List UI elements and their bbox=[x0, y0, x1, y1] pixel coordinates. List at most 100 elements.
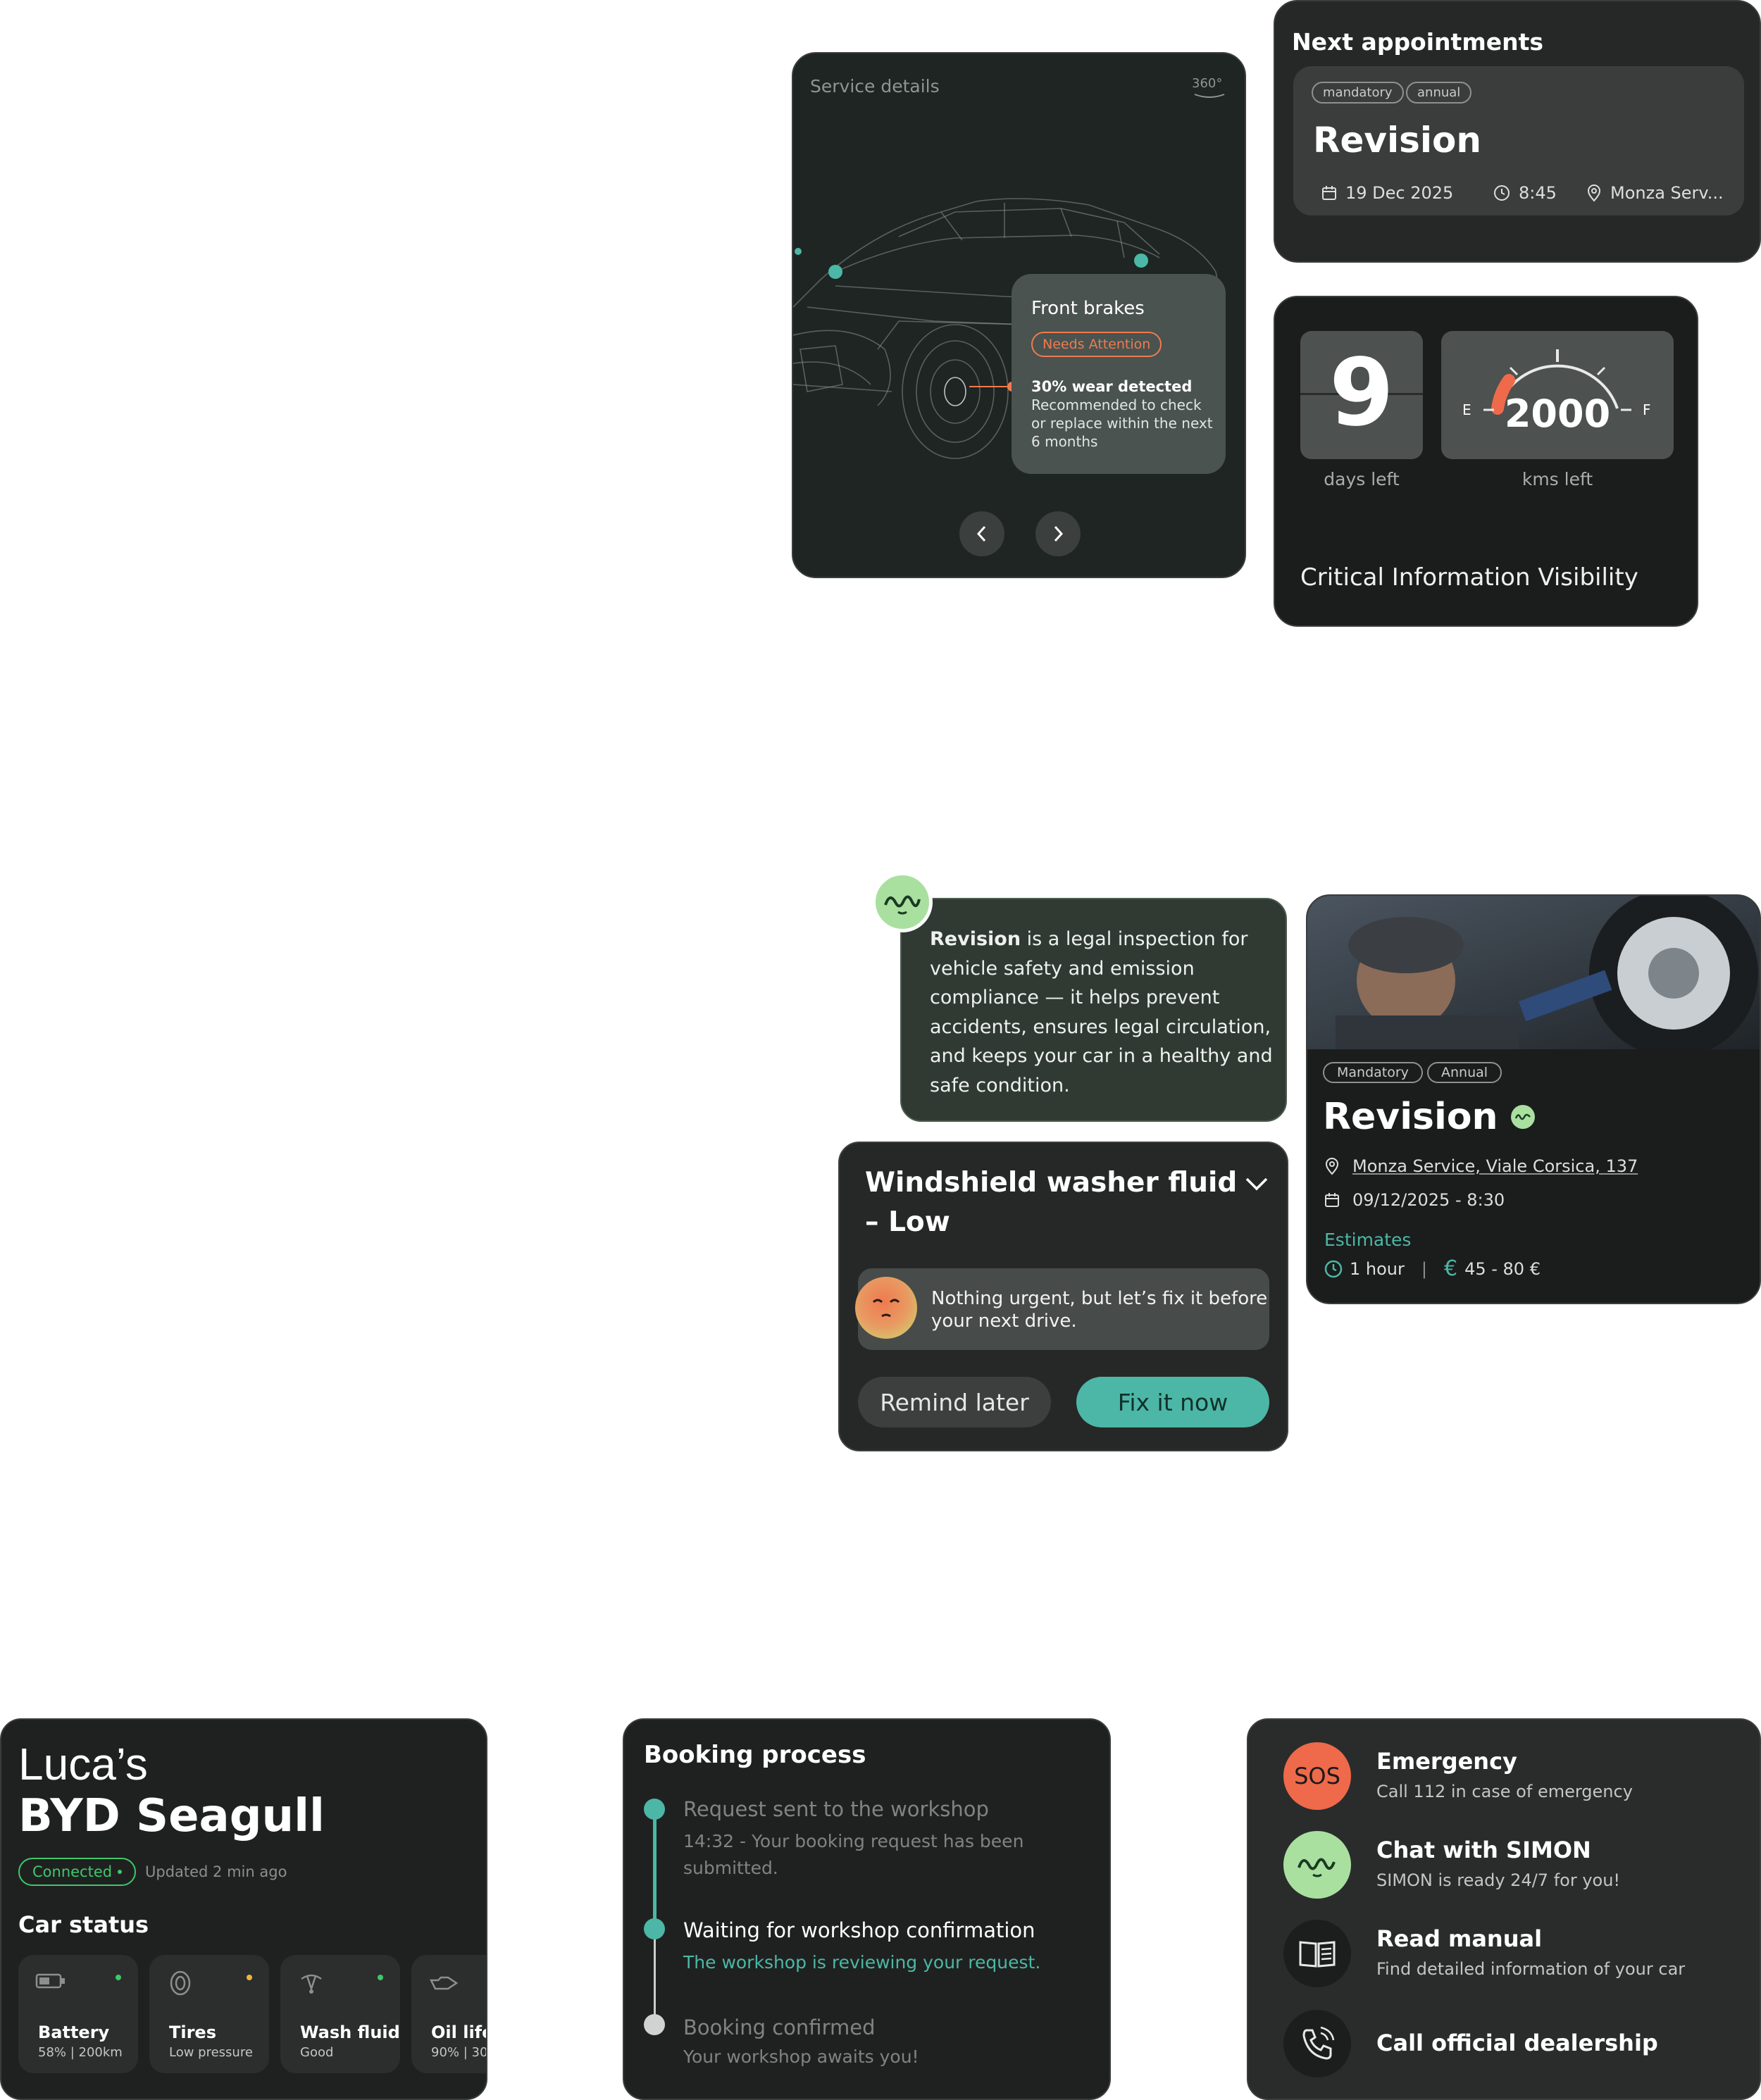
step-2-title: Waiting for workshop confirmation bbox=[683, 1918, 1035, 1942]
step-marker-active bbox=[644, 1918, 665, 1939]
critical-info-card: 9 days left E F 2000 kms left Critical I… bbox=[1274, 296, 1698, 627]
time-text: 8:45 bbox=[1519, 183, 1557, 203]
car-overview-card: Luca’s BYD Seagull Connected Updated 2 m… bbox=[0, 1718, 487, 2100]
hotspot-roof[interactable] bbox=[1134, 254, 1148, 268]
status-label: Oil life bbox=[431, 2023, 487, 2042]
appointment-place: Monza Serv... bbox=[1586, 183, 1724, 203]
alert-note: Nothing urgent, but let’s fix it before … bbox=[855, 1268, 1269, 1350]
status-dot bbox=[378, 1975, 383, 1980]
tag-mandatory: Mandatory bbox=[1323, 1062, 1423, 1083]
read-manual-title: Read manual bbox=[1376, 1925, 1543, 1952]
fix-it-now-button[interactable]: Fix it now bbox=[1076, 1377, 1269, 1427]
collapse-toggle[interactable] bbox=[1244, 1175, 1269, 1195]
car-status-heading: Car status bbox=[18, 1911, 149, 1938]
hotspot-hood[interactable] bbox=[828, 265, 842, 279]
step-3-title: Booking confirmed bbox=[683, 2015, 876, 2039]
tag-annual: annual bbox=[1406, 82, 1472, 104]
euro-icon: € bbox=[1443, 1256, 1458, 1281]
status-label: Wash fluid bbox=[300, 2023, 400, 2042]
chat-line-4: accidents, ensures legal circulation, bbox=[930, 1015, 1271, 1038]
status-tile-battery[interactable]: Battery 58% | 200km bbox=[18, 1955, 138, 2073]
part-name: Front brakes bbox=[1031, 298, 1145, 319]
chat-text: Revision is a legal inspection for vehic… bbox=[930, 925, 1273, 1100]
status-detail: 90% | 30 bbox=[431, 2045, 487, 2060]
previous-button[interactable] bbox=[959, 511, 1004, 556]
clock-icon bbox=[1494, 185, 1510, 201]
address-link[interactable]: Monza Service, Viale Corsica, 137 bbox=[1352, 1156, 1638, 1176]
chat-line-2: vehicle safety and emission bbox=[930, 957, 1195, 980]
timeline-line-pending bbox=[654, 1928, 656, 2020]
status-detail: Good bbox=[300, 2045, 334, 2060]
days-left-value: 9 bbox=[1329, 339, 1394, 447]
fuel-gauge-tile: E F 2000 bbox=[1441, 331, 1674, 459]
estimates-label: Estimates bbox=[1324, 1230, 1412, 1250]
revision-detail-card[interactable]: Mandatory Annual Revision Monza Service,… bbox=[1306, 894, 1761, 1304]
date-text: 19 Dec 2025 bbox=[1345, 183, 1454, 203]
status-dot bbox=[247, 1975, 252, 1980]
simon-chat-bubble: Revision is a legal inspection for vehic… bbox=[900, 898, 1287, 1122]
info-caption: Critical Information Visibility bbox=[1300, 563, 1638, 592]
step-1-detail-1: 14:32 - Your booking request has been bbox=[683, 1831, 1024, 1851]
duration-text: 1 hour bbox=[1350, 1258, 1405, 1279]
revision-datetime: 09/12/2025 - 8:30 bbox=[1324, 1190, 1505, 1210]
chat-simon-action[interactable]: Chat with SIMON SIMON is ready 24/7 for … bbox=[1248, 1827, 1741, 1904]
chevron-right-icon bbox=[1054, 525, 1064, 542]
connection-dot bbox=[118, 1870, 123, 1874]
status-tile-tires[interactable]: Tires Low pressure bbox=[149, 1955, 269, 2073]
appointment-item[interactable]: mandatory annual Revision 19 Dec 2025 8:… bbox=[1293, 66, 1744, 215]
connector-line bbox=[969, 386, 1012, 387]
chat-line-1: Revision is a legal inspection for bbox=[930, 928, 1248, 950]
note-line-1: Nothing urgent, but let’s fix it before bbox=[931, 1288, 1268, 1309]
datetime-text: 09/12/2025 - 8:30 bbox=[1352, 1190, 1505, 1210]
simon-badge[interactable] bbox=[1510, 1105, 1535, 1129]
wear-text: 30% wear detected bbox=[1031, 378, 1193, 395]
remind-later-button[interactable]: Remind later bbox=[858, 1377, 1051, 1427]
simon-logo-icon bbox=[1514, 1113, 1531, 1120]
calendar-icon bbox=[1322, 186, 1336, 200]
mechanic-photo bbox=[1307, 896, 1760, 1049]
next-button[interactable] bbox=[1035, 511, 1081, 556]
recommendation-line-3: 6 months bbox=[1031, 433, 1098, 450]
status-badge: Needs Attention bbox=[1031, 332, 1162, 357]
kms-left-label: kms left bbox=[1522, 469, 1593, 489]
cost-text: 45 - 80 € bbox=[1464, 1258, 1541, 1279]
sos-icon: SOS bbox=[1283, 1742, 1351, 1810]
call-dealership-action[interactable]: Call official dealership bbox=[1248, 2004, 1741, 2082]
connection-label: Connected bbox=[32, 1863, 113, 1880]
chevron-left-icon bbox=[976, 525, 986, 542]
chat-line-3: compliance — it helps prevent bbox=[930, 987, 1220, 1008]
appointment-time: 8:45 bbox=[1493, 183, 1557, 203]
read-manual-action[interactable]: Read manual Find detailed information of… bbox=[1248, 1915, 1741, 1993]
chevron-down-icon bbox=[1245, 1177, 1268, 1191]
emergency-action[interactable]: SOS Emergency Call 112 in case of emerge… bbox=[1248, 1738, 1741, 1815]
days-left-tile: 9 bbox=[1300, 331, 1423, 459]
emergency-subtitle: Call 112 in case of emergency bbox=[1376, 1782, 1633, 1801]
battery-icon bbox=[35, 1973, 65, 1989]
place-text: Monza Serv... bbox=[1610, 183, 1724, 203]
book-icon bbox=[1283, 1920, 1351, 1987]
alert-title-line-1: Windshield washer fluid bbox=[865, 1167, 1238, 1199]
phone-icon bbox=[1283, 2010, 1351, 2077]
chat-bold-term: Revision bbox=[930, 928, 1021, 950]
hotspot-left-edge[interactable] bbox=[795, 248, 802, 255]
step-1-detail-2: submitted. bbox=[683, 1858, 778, 1878]
appointments-heading: Next appointments bbox=[1292, 28, 1543, 56]
simon-logo-icon bbox=[884, 895, 921, 915]
step-3-detail-1: Your workshop awaits you! bbox=[683, 2046, 919, 2067]
tag-mandatory: mandatory bbox=[1312, 82, 1404, 104]
appointment-date: 19 Dec 2025 bbox=[1321, 183, 1453, 203]
status-tile-wash-fluid[interactable]: Wash fluid Good bbox=[280, 1955, 400, 2073]
status-tile-oil-life[interactable]: Oil life 90% | 30 bbox=[411, 1955, 487, 2073]
revision-address[interactable]: Monza Service, Viale Corsica, 137 bbox=[1324, 1156, 1638, 1176]
front-brakes-tooltip: Front brakes Needs Attention 30% wear de… bbox=[1012, 274, 1226, 474]
tag-annual: Annual bbox=[1427, 1062, 1502, 1083]
status-detail: Low pressure bbox=[169, 2045, 253, 2060]
timeline-line-done bbox=[653, 1810, 657, 1923]
revision-title-row: Revision bbox=[1323, 1096, 1535, 1138]
simon-avatar bbox=[872, 872, 933, 932]
updated-text: Updated 2 min ago bbox=[145, 1863, 287, 1880]
status-detail: 58% | 200km bbox=[38, 2045, 123, 2060]
clock-icon bbox=[1324, 1260, 1343, 1277]
booking-process-card: Booking process Request sent to the work… bbox=[623, 1718, 1111, 2100]
alert-title-line-2: – Low bbox=[865, 1206, 950, 1238]
